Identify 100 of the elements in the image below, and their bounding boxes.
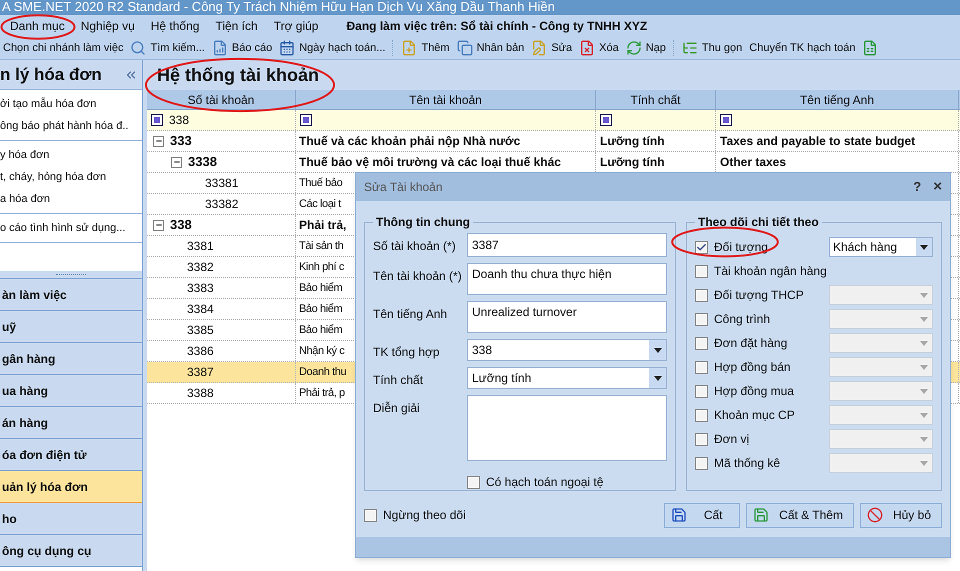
sidebar-item[interactable]: a hóa đơn — [0, 188, 142, 210]
column-header[interactable]: Tính chất — [596, 90, 716, 109]
caret-icon — [654, 348, 662, 352]
copy-icon — [456, 40, 473, 56]
column-header[interactable]: Tên tài khoản — [296, 90, 596, 109]
toolbar-button[interactable]: Nạp — [626, 40, 666, 56]
toolbar-button[interactable]: Tìm kiếm... — [130, 40, 205, 56]
group-title: Thông tin chung — [375, 214, 471, 231]
text-field[interactable]: 3387 — [467, 233, 667, 257]
toolbar-button[interactable]: Ngày hạch toán... — [279, 40, 386, 56]
dialog-button[interactable]: Cất — [664, 502, 740, 528]
toolbar-button[interactable]: Sửa — [531, 40, 572, 56]
collapse-toggle-icon[interactable] — [171, 156, 182, 168]
toolbar-button[interactable]: Báo cáo — [212, 40, 272, 56]
text-area[interactable]: Doanh thu chưa thực hiện — [467, 263, 667, 295]
checkbox-label: Có hạch toán ngoại tệ — [486, 474, 604, 491]
table-cell-text: Thuế bảo vệ môi trường và các loại thuế khác — [299, 154, 561, 171]
window-title: A SME.NET 2020 R2 Standard - Công Ty Trách Nhiệm Hữu Hạn Dịch Vụ Xăng Dầu Thanh Hiền — [0, 0, 960, 15]
caret-icon — [920, 460, 928, 466]
table-row[interactable]: 3338 Thuế bảo vệ môi trường và các loại thuế khác Lưỡng tính Other taxes — [147, 152, 960, 173]
nav-button[interactable]: gân hàng — [0, 343, 142, 375]
dialog-button[interactable]: Cất & Thêm — [746, 502, 854, 528]
table-cell-text: Doanh thu — [299, 364, 346, 380]
table-cell-text: 3385 — [187, 322, 214, 339]
table-cell-text: Taxes and payable to state budget — [720, 133, 916, 150]
add-file-icon — [401, 40, 418, 56]
close-button[interactable]: × — [933, 176, 942, 198]
checkbox[interactable] — [695, 264, 708, 278]
nav-button[interactable]: àn làm việc — [0, 279, 142, 311]
sidebar-item[interactable]: o cáo tình hình sử dụng... — [0, 217, 142, 239]
checkbox-label: Hợp đồng bán — [714, 359, 791, 376]
table-cell-text: Bảo hiểm — [299, 280, 342, 296]
table-cell-text: Nhận ký c — [299, 344, 344, 359]
checkbox[interactable] — [364, 508, 377, 522]
nav-button[interactable]: án hàng — [0, 407, 142, 439]
nav-button[interactable]: ua hàng — [0, 375, 142, 407]
collapse-toggle-icon[interactable] — [153, 136, 164, 146]
checkbox-label: Công trình — [714, 311, 770, 328]
table-cell-text: Bảo hiểm — [299, 302, 342, 317]
table-cell-text: Các loại t — [299, 196, 341, 212]
sidebar-item[interactable]: ởi tạo mẫu hóa đơn — [0, 93, 142, 115]
table-row[interactable]: 333 Thuế và các khoản phải nộp Nhà nước Lưỡng tính Taxes and payable to state budget — [147, 131, 960, 152]
field-label: Tên tiếng Anh — [373, 306, 448, 323]
help-button[interactable]: ? — [913, 177, 922, 197]
sidebar-item[interactable]: t, cháy, hỏng hóa đơn — [0, 166, 142, 188]
toolbar-button[interactable]: Thêm — [401, 40, 450, 56]
text-area[interactable]: Unrealized turnover — [467, 301, 667, 333]
dropdown-field[interactable]: Lưỡng tính — [467, 367, 667, 389]
toolbar-button[interactable]: Chọn chi nhánh làm việc — [3, 40, 124, 56]
reload-icon — [626, 40, 642, 56]
filter-icon[interactable] — [151, 114, 163, 126]
table-cell-text: 3386 — [187, 343, 214, 360]
save-icon — [671, 507, 688, 523]
nav-button[interactable]: uản lý hóa đơn — [0, 471, 142, 503]
report-icon — [212, 40, 228, 56]
delete-icon — [579, 40, 596, 56]
group-title: Theo dõi chi tiết theo — [697, 214, 820, 231]
toolbar-button[interactable]: Xóa — [579, 40, 619, 56]
save-icon — [753, 507, 770, 523]
collapse-toggle-icon[interactable] — [153, 220, 164, 230]
nav-button[interactable]: óa đơn điện tử — [0, 439, 142, 471]
toolbar-button[interactable]: Nhân bản — [456, 40, 524, 56]
menu-item[interactable]: Tiện ích — [213, 17, 260, 35]
sidebar-item[interactable]: ông báo phát hành hóa đ.. — [0, 115, 142, 137]
table-cell-text: 3384 — [187, 301, 214, 318]
menu-item[interactable]: Nghiệp vụ — [78, 17, 137, 35]
nav-button[interactable]: uỹ — [0, 311, 142, 343]
menu-item[interactable]: Trợ giúp — [272, 17, 320, 35]
table-cell-text: Tài sản th — [299, 238, 344, 254]
filter-icon[interactable] — [600, 114, 612, 126]
nav-button[interactable]: ho — [0, 503, 142, 535]
table-cell-text: 3387 — [187, 364, 214, 381]
table-cell-text: 3383 — [187, 280, 214, 297]
calendar-icon — [279, 40, 296, 56]
table-cell-text: Phải trả, — [299, 217, 346, 234]
checkbox-label: Hợp đồng mua — [714, 383, 794, 400]
field-label: TK tổng hợp — [373, 344, 441, 361]
table-cell-text: 333 — [170, 132, 192, 150]
column-header[interactable]: Số tài khoản — [147, 90, 296, 109]
filter-field[interactable]: 338 — [169, 111, 190, 129]
dropdown-field[interactable]: 338 — [467, 339, 667, 361]
column-header[interactable]: Tên tiếng Anh — [716, 90, 959, 109]
filter-icon[interactable] — [720, 114, 732, 126]
checkbox[interactable] — [467, 476, 480, 488]
field-label: Tên tài khoản (*) — [373, 268, 463, 285]
dialog-button[interactable]: Hủy bỏ — [860, 502, 942, 528]
working-context: Đang làm việc trên: Sổ tài chính - Công ty TNHH XYZ — [346, 18, 648, 35]
toolbar-button[interactable]: Chuyển TK hạch toán — [749, 40, 856, 56]
toolbar-button[interactable] — [862, 40, 878, 56]
checkbox-label: Đơn đặt hàng — [714, 335, 788, 352]
cancel-icon — [866, 507, 883, 523]
toolbar-button[interactable]: Thu gọn — [682, 40, 742, 56]
checkbox[interactable] — [695, 240, 708, 254]
sidebar-item[interactable]: y hóa đơn — [0, 144, 142, 166]
dropdown-field[interactable]: Khách hàng — [829, 237, 933, 257]
nav-button[interactable]: ông cụ dụng cụ — [0, 535, 142, 567]
text-area[interactable] — [467, 395, 667, 461]
caret-icon — [920, 364, 928, 370]
filter-icon[interactable] — [300, 114, 312, 126]
menu-item[interactable]: Hệ thống — [148, 17, 202, 35]
